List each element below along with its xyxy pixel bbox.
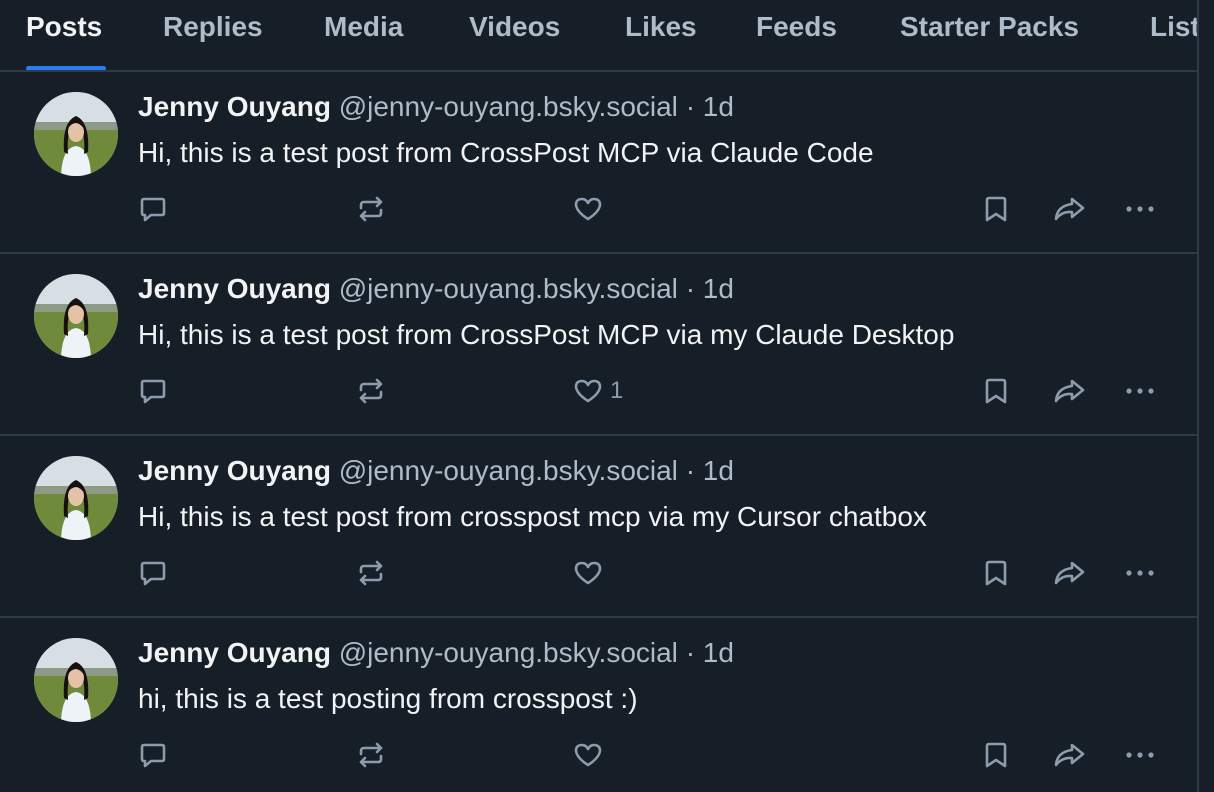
tab-lists[interactable]: Lists: [1150, 0, 1197, 70]
more-icon: [1126, 752, 1154, 758]
reply-icon: [140, 197, 166, 222]
reply-button[interactable]: [137, 556, 169, 590]
bookmark-icon: [985, 742, 1007, 768]
post[interactable]: Jenny Ouyang @jenny-ouyang.bsky.social ·…: [0, 254, 1197, 436]
share-button[interactable]: [1052, 192, 1086, 226]
profile-feed: Posts Replies Media Videos Likes Feeds S…: [0, 0, 1214, 792]
more-options-button[interactable]: [1124, 374, 1156, 408]
bookmark-icon: [985, 560, 1007, 586]
reply-button[interactable]: [137, 374, 169, 408]
like-button[interactable]: [572, 556, 610, 590]
author-handle[interactable]: @jenny-ouyang.bsky.social: [339, 637, 678, 668]
reply-button[interactable]: [137, 738, 169, 772]
heart-icon: [574, 561, 602, 585]
post[interactable]: Jenny Ouyang @jenny-ouyang.bsky.social ·…: [0, 618, 1197, 792]
column-border: [1197, 0, 1199, 792]
post-header: Jenny Ouyang @jenny-ouyang.bsky.social ·…: [138, 454, 734, 488]
avatar[interactable]: [34, 274, 118, 358]
more-options-button[interactable]: [1124, 192, 1156, 226]
tab-media[interactable]: Media: [324, 0, 403, 70]
bookmark-button[interactable]: [980, 738, 1012, 772]
more-options-button[interactable]: [1124, 738, 1156, 772]
author-name[interactable]: Jenny Ouyang: [138, 637, 331, 668]
post-text: Hi, this is a test post from CrossPost M…: [138, 319, 955, 350]
heart-icon: [574, 743, 602, 767]
bookmark-icon: [985, 196, 1007, 222]
heart-icon: [574, 379, 602, 403]
author-name[interactable]: Jenny Ouyang: [138, 273, 331, 304]
repost-icon: [359, 196, 383, 222]
tab-starter-packs[interactable]: Starter Packs: [900, 0, 1079, 70]
reply-icon: [140, 561, 166, 586]
bookmark-button[interactable]: [980, 192, 1012, 226]
repost-button[interactable]: [355, 738, 387, 772]
more-options-button[interactable]: [1124, 556, 1156, 590]
post-header: Jenny Ouyang @jenny-ouyang.bsky.social ·…: [138, 272, 734, 306]
post-header: Jenny Ouyang @jenny-ouyang.bsky.social ·…: [138, 636, 734, 670]
tab-replies[interactable]: Replies: [163, 0, 263, 70]
post-timestamp[interactable]: 1d: [703, 637, 734, 668]
post-timestamp[interactable]: 1d: [703, 455, 734, 486]
more-icon: [1126, 570, 1154, 576]
heart-icon: [574, 197, 602, 221]
author-handle[interactable]: @jenny-ouyang.bsky.social: [339, 455, 678, 486]
share-icon: [1054, 379, 1085, 403]
author-handle[interactable]: @jenny-ouyang.bsky.social: [339, 273, 678, 304]
post-timestamp[interactable]: 1d: [703, 273, 734, 304]
like-count: 1: [610, 377, 624, 404]
tab-videos[interactable]: Videos: [469, 0, 560, 70]
like-button[interactable]: [572, 738, 610, 772]
author-name[interactable]: Jenny Ouyang: [138, 455, 331, 486]
meta-separator: ·: [685, 273, 696, 304]
share-button[interactable]: [1052, 556, 1086, 590]
bookmark-button[interactable]: [980, 374, 1012, 408]
meta-separator: ·: [685, 637, 696, 668]
post-timestamp[interactable]: 1d: [703, 91, 734, 122]
repost-icon: [359, 560, 383, 586]
reply-button[interactable]: [137, 192, 169, 226]
more-icon: [1126, 206, 1154, 212]
repost-icon: [359, 378, 383, 404]
share-icon: [1054, 197, 1085, 221]
author-name[interactable]: Jenny Ouyang: [138, 91, 331, 122]
share-button[interactable]: [1052, 738, 1086, 772]
tab-posts[interactable]: Posts: [26, 0, 102, 70]
tab-feeds[interactable]: Feeds: [756, 0, 837, 70]
meta-separator: ·: [685, 91, 696, 122]
author-handle[interactable]: @jenny-ouyang.bsky.social: [339, 91, 678, 122]
post[interactable]: Jenny Ouyang @jenny-ouyang.bsky.social ·…: [0, 436, 1197, 618]
reply-icon: [140, 743, 166, 768]
like-button[interactable]: [572, 192, 610, 226]
bookmark-button[interactable]: [980, 556, 1012, 590]
bookmark-icon: [985, 378, 1007, 404]
tab-likes[interactable]: Likes: [625, 0, 697, 70]
share-button[interactable]: [1052, 374, 1086, 408]
meta-separator: ·: [685, 455, 696, 486]
avatar[interactable]: [34, 638, 118, 722]
repost-button[interactable]: [355, 556, 387, 590]
repost-button[interactable]: [355, 192, 387, 226]
like-button[interactable]: 1: [572, 374, 623, 408]
post-text: Hi, this is a test post from CrossPost M…: [138, 137, 874, 168]
post[interactable]: Jenny Ouyang @jenny-ouyang.bsky.social ·…: [0, 72, 1197, 254]
reply-icon: [140, 379, 166, 404]
active-tab-indicator: [26, 66, 106, 70]
avatar[interactable]: [34, 92, 118, 176]
share-icon: [1054, 743, 1085, 767]
repost-icon: [359, 742, 383, 768]
profile-tabs: Posts Replies Media Videos Likes Feeds S…: [0, 0, 1197, 72]
repost-button[interactable]: [355, 374, 387, 408]
more-icon: [1126, 388, 1154, 394]
post-header: Jenny Ouyang @jenny-ouyang.bsky.social ·…: [138, 90, 734, 124]
post-text: hi, this is a test posting from crosspos…: [138, 683, 638, 714]
avatar[interactable]: [34, 456, 118, 540]
post-text: Hi, this is a test post from crosspost m…: [138, 501, 927, 532]
share-icon: [1054, 561, 1085, 585]
